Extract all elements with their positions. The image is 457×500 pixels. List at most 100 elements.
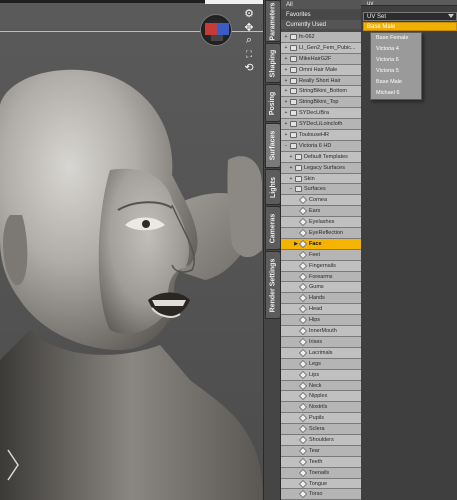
tree-row[interactable]: + Legacy Surfaces	[281, 162, 361, 174]
uv-set-row[interactable]: UV Set	[363, 12, 457, 21]
neck-shape	[0, 330, 263, 500]
material-icon	[298, 403, 308, 412]
tree-row[interactable]: Toenails	[281, 467, 361, 479]
move-icon[interactable]: ✥	[243, 22, 255, 34]
tree-row-label: Gums	[309, 284, 324, 291]
collapse-icon[interactable]: −	[283, 141, 289, 151]
tree-row[interactable]: + Really Short Hair	[281, 75, 361, 87]
expand-icon[interactable]: +	[283, 86, 289, 96]
expand-icon[interactable]: +	[283, 130, 289, 140]
tree-row[interactable]: Fingernails	[281, 260, 361, 272]
uv-option[interactable]: Victoria 6	[371, 55, 421, 66]
filter-currently-used[interactable]: Currently Used	[281, 20, 361, 30]
tree-row[interactable]: Sclera	[281, 424, 361, 435]
tree-row[interactable]: Cornea	[281, 195, 361, 207]
tree-row[interactable]: Gums	[281, 282, 361, 294]
tree-row[interactable]: Hips	[281, 315, 361, 327]
tree-row[interactable]: Legs	[281, 358, 361, 370]
expand-icon[interactable]: +	[288, 174, 294, 184]
tree-row[interactable]: + fn-062	[281, 32, 361, 43]
uv-option[interactable]: Base Male	[371, 77, 421, 88]
tree-row[interactable]: Ears	[281, 206, 361, 218]
tree-row[interactable]: Eyelashes	[281, 217, 361, 229]
expand-icon[interactable]: +	[283, 43, 289, 53]
tree-row[interactable]: Pupils	[281, 413, 361, 425]
tree-row-label: StringBikini_Bottom	[299, 88, 347, 95]
tree-row[interactable]: + Omni Hair Male	[281, 64, 361, 76]
tree-row[interactable]: Nipples	[281, 391, 361, 403]
tree-row[interactable]: + MikeHairG2F	[281, 53, 361, 65]
uv-option[interactable]: Michael 6	[371, 88, 421, 99]
material-icon	[298, 490, 308, 499]
material-icon	[298, 250, 308, 260]
3d-viewport[interactable]: ⚙ ✥ ⌕ ⛶ ⟲	[0, 0, 263, 500]
uv-option[interactable]: Base Female	[371, 33, 421, 44]
filter-favorites[interactable]: Favorites	[281, 10, 361, 20]
tree-row[interactable]: + StringBikini_Bottom	[281, 86, 361, 98]
tree-row[interactable]: Neck	[281, 380, 361, 392]
tree-row[interactable]: Teeth	[281, 456, 361, 468]
tree-row[interactable]: Nostrils	[281, 402, 361, 414]
tree-row[interactable]: Lacrimals	[281, 347, 361, 359]
expand-icon[interactable]: +	[283, 54, 289, 64]
tree-row[interactable]: Head	[281, 304, 361, 316]
material-icon	[298, 294, 308, 303]
expand-icon[interactable]: +	[283, 76, 289, 86]
uv-option[interactable]: Victoria 5	[371, 66, 421, 77]
figure-icon	[290, 142, 297, 149]
tree-row[interactable]: − Surfaces	[281, 184, 361, 196]
tree-row[interactable]: + Skin	[281, 173, 361, 185]
tree-row-label: Irises	[309, 338, 323, 345]
expand-icon[interactable]: +	[283, 119, 289, 129]
uv-set-select[interactable]: Base Male	[363, 22, 457, 31]
tree-row[interactable]: − Victoria 6 HD	[281, 140, 361, 152]
tree-row[interactable]: + ToulouseHR	[281, 130, 361, 141]
tab-cameras[interactable]: Cameras	[265, 206, 281, 250]
material-icon	[298, 283, 308, 292]
tree-row[interactable]: Tongue	[281, 478, 361, 490]
expand-icon[interactable]: +	[288, 152, 294, 162]
tab-lights[interactable]: Lights	[265, 169, 281, 205]
tree-row[interactable]: Hands	[281, 293, 361, 305]
tree-row[interactable]: Shoulders	[281, 434, 361, 446]
tree-row[interactable]: + Default Templates	[281, 151, 361, 163]
tab-parameters[interactable]: Parameters	[265, 0, 281, 42]
chevron-down-icon	[448, 14, 454, 18]
tree-row[interactable]: + SYDecLiBra	[281, 108, 361, 120]
tree-row[interactable]: InnerMouth	[281, 326, 361, 337]
tab-posing[interactable]: Posing	[265, 84, 281, 122]
settings-icon[interactable]: ⚙	[243, 8, 255, 20]
uv-set-selected: Base Male	[367, 24, 396, 30]
expand-icon[interactable]: +	[283, 97, 289, 107]
tree-row[interactable]: Lips	[281, 369, 361, 381]
tab-render-settings[interactable]: Render Settings	[265, 251, 281, 319]
tab-surfaces[interactable]: Surfaces	[265, 123, 281, 168]
uv-option[interactable]: Victoria 4	[371, 44, 421, 55]
tree-row[interactable]: EyeReflection	[281, 228, 361, 239]
tree-row[interactable]: Torso	[281, 489, 361, 500]
material-icon	[298, 337, 308, 347]
frame-icon[interactable]: ⛶	[243, 48, 255, 60]
figure-icon	[290, 55, 297, 62]
tree-row[interactable]: + StringBikini_Top	[281, 97, 361, 109]
tree-row-label: Teeth	[309, 458, 323, 465]
expand-icon[interactable]: +	[283, 32, 289, 42]
tree-row[interactable]: + SYDecLiLoincloth	[281, 119, 361, 131]
tree-row-label: Toenails	[309, 469, 330, 476]
collapse-icon[interactable]: −	[288, 184, 294, 194]
expand-icon[interactable]: +	[283, 108, 289, 118]
tree-row-label: Surfaces	[304, 186, 326, 193]
tree-row[interactable]: + LI_Gen2_Fem_Pubic...	[281, 42, 361, 54]
tree-row[interactable]: Feet	[281, 249, 361, 261]
tree-row[interactable]: Tear	[281, 445, 361, 457]
expand-icon[interactable]: +	[283, 65, 289, 75]
tree-row[interactable]: Irises	[281, 336, 361, 348]
tree-row[interactable]: Forearms	[281, 271, 361, 283]
rotate-icon[interactable]: ⟲	[243, 62, 255, 74]
tab-shaping[interactable]: Shaping	[265, 43, 281, 83]
view-cube-icon[interactable]	[200, 14, 232, 46]
zoom-icon[interactable]: ⌕	[243, 34, 255, 46]
tree-row[interactable]: ▶ Face	[281, 238, 361, 250]
expand-icon[interactable]: +	[288, 163, 294, 173]
filter-all[interactable]: All	[281, 0, 361, 10]
